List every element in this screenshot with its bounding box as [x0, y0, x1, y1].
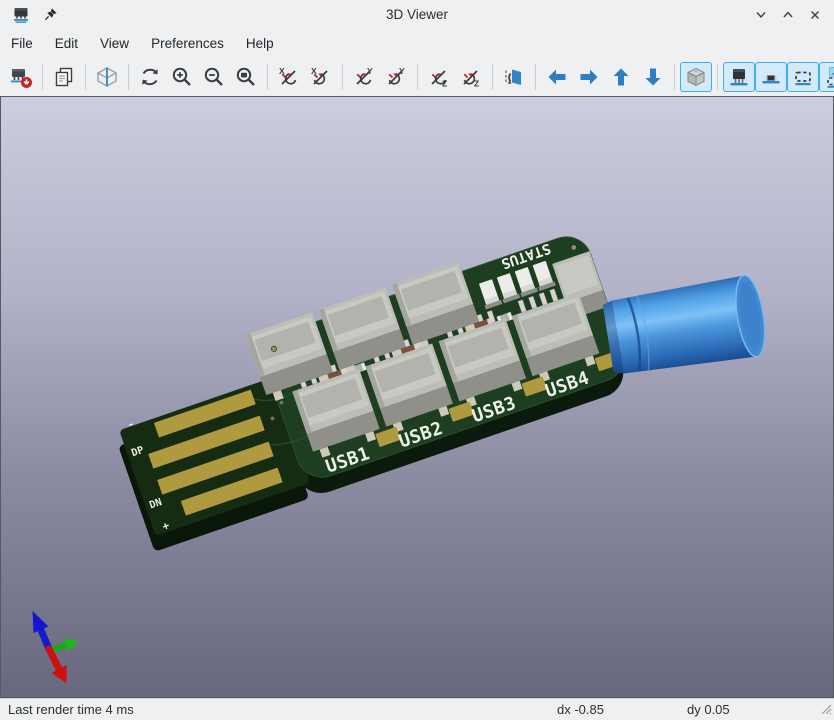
window-title: 3D Viewer	[385, 7, 449, 22]
orthographic-projection-icon	[684, 65, 708, 89]
rotate-x-ccw-button[interactable]: X	[305, 62, 337, 92]
rotate-z-ccw-icon: Z	[459, 65, 483, 89]
menu-help[interactable]: Help	[235, 29, 285, 58]
rotate-x-cw-button[interactable]: X	[273, 62, 305, 92]
toggle-virtual-models-button[interactable]	[787, 62, 819, 92]
rotate-y-cw-button[interactable]: Y	[348, 62, 380, 92]
menubar: File Edit View Preferences Help	[0, 29, 834, 58]
svg-text:X: X	[279, 66, 285, 76]
dx-value: dx -0.85	[557, 702, 604, 717]
zoom-in-button[interactable]	[166, 62, 198, 92]
toggle-smd-models-icon	[759, 65, 783, 89]
flip-board-button[interactable]	[498, 62, 530, 92]
move-right-button[interactable]	[573, 62, 605, 92]
redraw-button[interactable]	[134, 62, 166, 92]
toolbar-separator	[85, 64, 86, 90]
rotate-y-cw-icon: Y	[352, 65, 376, 89]
toolbar-separator	[42, 64, 43, 90]
toolbar-separator	[417, 64, 418, 90]
rotate-y-ccw-icon: Y	[384, 65, 408, 89]
pivot-cube-button[interactable]	[91, 62, 123, 92]
zoom-out-button[interactable]	[198, 62, 230, 92]
electrolytic-capacitor	[602, 274, 766, 374]
minimize-button[interactable]	[754, 8, 768, 22]
toggle-through-hole-models-button[interactable]	[723, 62, 755, 92]
menu-file[interactable]: File	[0, 29, 44, 58]
rotate-y-ccw-button[interactable]: Y	[380, 62, 412, 92]
move-up-icon	[609, 65, 633, 89]
titlebar: 3D Viewer	[0, 0, 834, 29]
3d-viewport[interactable]: - DP DN + STATUS USB1 USB2 USB3 USB4	[0, 96, 834, 698]
zoom-in-icon	[170, 65, 194, 89]
toggle-pos-models-icon: .pos	[823, 65, 834, 89]
toolbar-separator	[717, 64, 718, 90]
toggle-pos-models-button[interactable]: .pos	[819, 62, 834, 92]
toggle-virtual-models-icon	[791, 65, 815, 89]
move-left-icon	[545, 65, 569, 89]
render-time-status: Last render time 4 ms	[8, 702, 134, 717]
orthographic-projection-button[interactable]	[680, 62, 712, 92]
toolbar-separator	[267, 64, 268, 90]
x-axis-arrow	[45, 645, 63, 673]
copy-image-button[interactable]	[48, 62, 80, 92]
3d-scene: - DP DN + STATUS USB1 USB2 USB3 USB4	[32, 236, 766, 684]
zoom-fit-button[interactable]	[230, 62, 262, 92]
app-icon	[12, 6, 30, 24]
maximize-button[interactable]	[781, 8, 795, 22]
resize-grip[interactable]	[819, 702, 832, 718]
rotate-x-ccw-icon: X	[309, 65, 333, 89]
toolbar-separator	[128, 64, 129, 90]
axis-indicator	[32, 611, 79, 684]
rotate-z-ccw-button[interactable]: Z	[455, 62, 487, 92]
toolbar-separator	[674, 64, 675, 90]
rotate-z-cw-button[interactable]: Z	[423, 62, 455, 92]
dy-value: dy 0.05	[687, 702, 730, 717]
pivot-cube-icon	[95, 65, 119, 89]
pin-icon[interactable]	[43, 7, 58, 22]
pcb-board: - DP DN + STATUS USB1 USB2 USB3 USB4	[119, 236, 625, 551]
toolbar-separator	[342, 64, 343, 90]
rotate-x-cw-icon: X	[277, 65, 301, 89]
svg-text:X: X	[311, 66, 317, 76]
zoom-fit-icon	[234, 65, 258, 89]
menu-view[interactable]: View	[89, 29, 140, 58]
move-down-button[interactable]	[637, 62, 669, 92]
toolbar-separator	[535, 64, 536, 90]
reload-board-icon	[9, 65, 33, 89]
toolbar-separator	[492, 64, 493, 90]
menu-edit[interactable]: Edit	[44, 29, 89, 58]
move-up-button[interactable]	[605, 62, 637, 92]
menu-preferences[interactable]: Preferences	[140, 29, 235, 58]
reload-board-button[interactable]	[5, 62, 37, 92]
toggle-smd-models-button[interactable]	[755, 62, 787, 92]
flip-board-icon	[502, 65, 526, 89]
copy-image-icon	[52, 65, 76, 89]
statusbar: Last render time 4 ms dx -0.85 dy 0.05	[0, 698, 834, 720]
toolbar: X X Y Y Z Z .pos	[0, 58, 834, 96]
rotate-z-cw-icon: Z	[427, 65, 451, 89]
toggle-through-hole-models-icon	[727, 65, 751, 89]
move-down-icon	[641, 65, 665, 89]
move-right-icon	[577, 65, 601, 89]
redraw-icon	[138, 65, 162, 89]
zoom-out-icon	[202, 65, 226, 89]
move-left-button[interactable]	[541, 62, 573, 92]
close-button[interactable]	[808, 8, 822, 22]
